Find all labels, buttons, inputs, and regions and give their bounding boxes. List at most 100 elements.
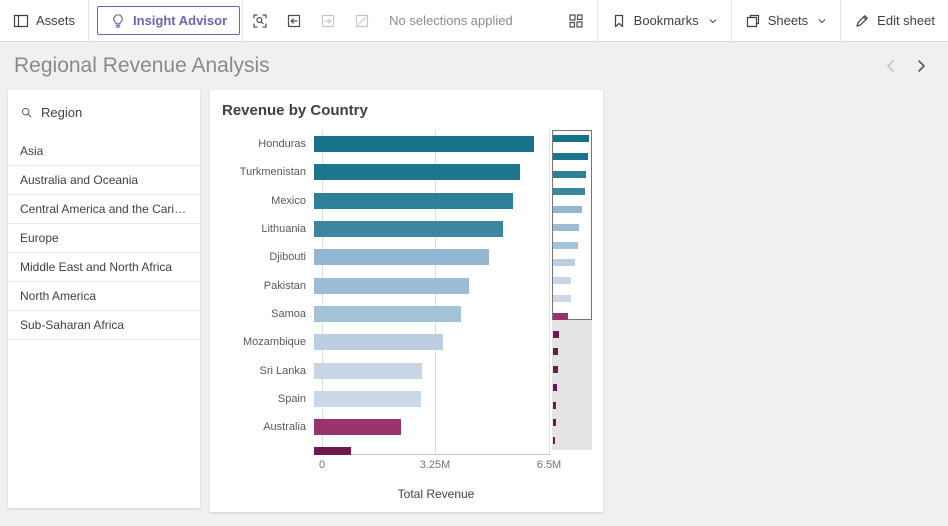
bar[interactable]	[314, 278, 469, 294]
filter-item-label: North America	[20, 289, 96, 303]
chevron-right-icon	[913, 58, 929, 74]
filter-item-label: Central America and the Caribbean	[20, 202, 188, 216]
app-overview-button[interactable]	[555, 0, 597, 41]
bookmarks-button[interactable]: Bookmarks	[598, 0, 731, 41]
minimap-bar	[553, 331, 559, 338]
bar-category-label[interactable]: Australia	[222, 421, 314, 433]
bar[interactable]	[314, 419, 401, 435]
sheet-header: Regional Revenue Analysis	[0, 42, 948, 90]
filter-item[interactable]: Asia	[8, 137, 200, 166]
chart-title: Revenue by Country	[222, 100, 603, 122]
smart-search-button[interactable]	[243, 0, 277, 41]
bar-category-label[interactable]: Turkmenistan	[222, 166, 314, 178]
minimap-bar	[553, 259, 575, 266]
bar[interactable]	[314, 306, 461, 322]
previous-sheet-button[interactable]	[876, 51, 906, 81]
clear-selections-button[interactable]	[345, 0, 379, 41]
chevron-down-icon	[708, 16, 718, 26]
sheet-content: Region Asia Australia and Oceania Central …	[0, 90, 948, 512]
filter-item[interactable]: Middle East and North Africa	[8, 253, 200, 282]
bar-category-label[interactable]: Djibouti	[222, 251, 314, 263]
minimap-bar	[553, 188, 585, 195]
minimap-bar	[553, 366, 558, 373]
step-back-selection-button[interactable]	[277, 0, 311, 41]
bar[interactable]	[314, 136, 534, 152]
minimap-bar	[553, 135, 589, 142]
edit-sheet-button[interactable]: Edit sheet	[841, 0, 948, 41]
insight-advisor-button[interactable]: Insight Advisor	[97, 6, 240, 35]
selection-step-forward-icon	[320, 13, 336, 29]
lightbulb-icon	[110, 13, 126, 29]
bar[interactable]	[314, 447, 351, 455]
bar-track	[314, 136, 542, 152]
bar[interactable]	[314, 334, 443, 350]
x-tick-label: 0	[319, 459, 325, 471]
bar[interactable]	[314, 164, 520, 180]
bar-row: Samoa	[222, 300, 552, 328]
bar-category-label[interactable]: Honduras	[222, 138, 314, 150]
bar-category-label[interactable]: Samoa	[222, 308, 314, 320]
bar[interactable]	[314, 363, 422, 379]
bar-track	[314, 334, 542, 350]
bar-track	[314, 306, 542, 322]
bar-category-label[interactable]: Spain	[222, 393, 314, 405]
bar-track	[314, 278, 542, 294]
assets-panel-icon	[13, 13, 29, 29]
bar-row: Spain	[222, 385, 552, 413]
bar-row: Australia	[222, 413, 552, 441]
chart-plot-area: Honduras Turkmenistan Mexico Lithuania Djibo…	[222, 130, 552, 455]
bar-track	[314, 249, 542, 265]
filter-item[interactable]: Australia and Oceania	[8, 166, 200, 195]
search-icon	[20, 106, 33, 119]
filter-item[interactable]: Sub-Saharan Africa	[8, 311, 200, 340]
next-sheet-button[interactable]	[906, 51, 936, 81]
minimap-bar	[553, 402, 556, 409]
bar-category-label[interactable]: Sri Lanka	[222, 365, 314, 377]
filter-item-label: Sub-Saharan Africa	[20, 318, 124, 332]
smart-search-icon	[252, 13, 268, 29]
pencil-icon	[854, 13, 870, 29]
filter-item-label: Middle East and North Africa	[20, 260, 172, 274]
minimap-bar	[553, 171, 586, 178]
bar-track	[314, 391, 542, 407]
bar-row: Sri Lanka	[222, 356, 552, 384]
bar-category-label[interactable]: Pakistan	[222, 280, 314, 292]
bar[interactable]	[314, 391, 421, 407]
bookmark-icon	[611, 13, 627, 29]
bar[interactable]	[314, 221, 503, 237]
filter-item[interactable]: Central America and the Caribbean	[8, 195, 200, 224]
bar-category-label[interactable]: Mozambique	[222, 336, 314, 348]
x-axis: 03.25M6.5M	[322, 459, 550, 473]
x-axis-title: Total Revenue	[322, 487, 550, 501]
filter-item-label: Europe	[20, 231, 59, 245]
bar-category-label[interactable]: Mexico	[222, 195, 314, 207]
filter-item[interactable]: North America	[8, 282, 200, 311]
minimap-bar	[553, 242, 578, 249]
minimap-bar	[553, 153, 588, 160]
bar-category-label[interactable]: Lithuania	[222, 223, 314, 235]
bar-track	[314, 447, 542, 455]
minimap-bar	[553, 313, 568, 320]
bar-track	[314, 164, 542, 180]
bar[interactable]	[314, 193, 513, 209]
filter-item[interactable]: Europe	[8, 224, 200, 253]
assets-button[interactable]: Assets	[0, 0, 89, 41]
filter-pane-header[interactable]: Region	[8, 90, 200, 137]
minimap-bar	[553, 277, 571, 284]
bar-row: Honduras	[222, 130, 552, 158]
bar-row: Djibouti	[222, 243, 552, 271]
grid-icon	[568, 13, 584, 29]
chart-scrollbar-minimap[interactable]	[552, 130, 592, 450]
minimap-bar	[553, 206, 582, 213]
bar[interactable]	[314, 249, 489, 265]
filter-item-label: Asia	[20, 144, 43, 158]
bar-row: Turkmenistan	[222, 158, 552, 186]
bar-track	[314, 221, 542, 237]
sheets-button[interactable]: Sheets	[732, 0, 840, 41]
bar-track	[314, 419, 542, 435]
bar-rows: Honduras Turkmenistan Mexico Lithuania Djibo…	[222, 130, 552, 455]
minimap-bar	[553, 437, 555, 444]
page-title: Regional Revenue Analysis	[14, 54, 876, 78]
step-forward-selection-button[interactable]	[311, 0, 345, 41]
bookmarks-label: Bookmarks	[634, 13, 699, 28]
